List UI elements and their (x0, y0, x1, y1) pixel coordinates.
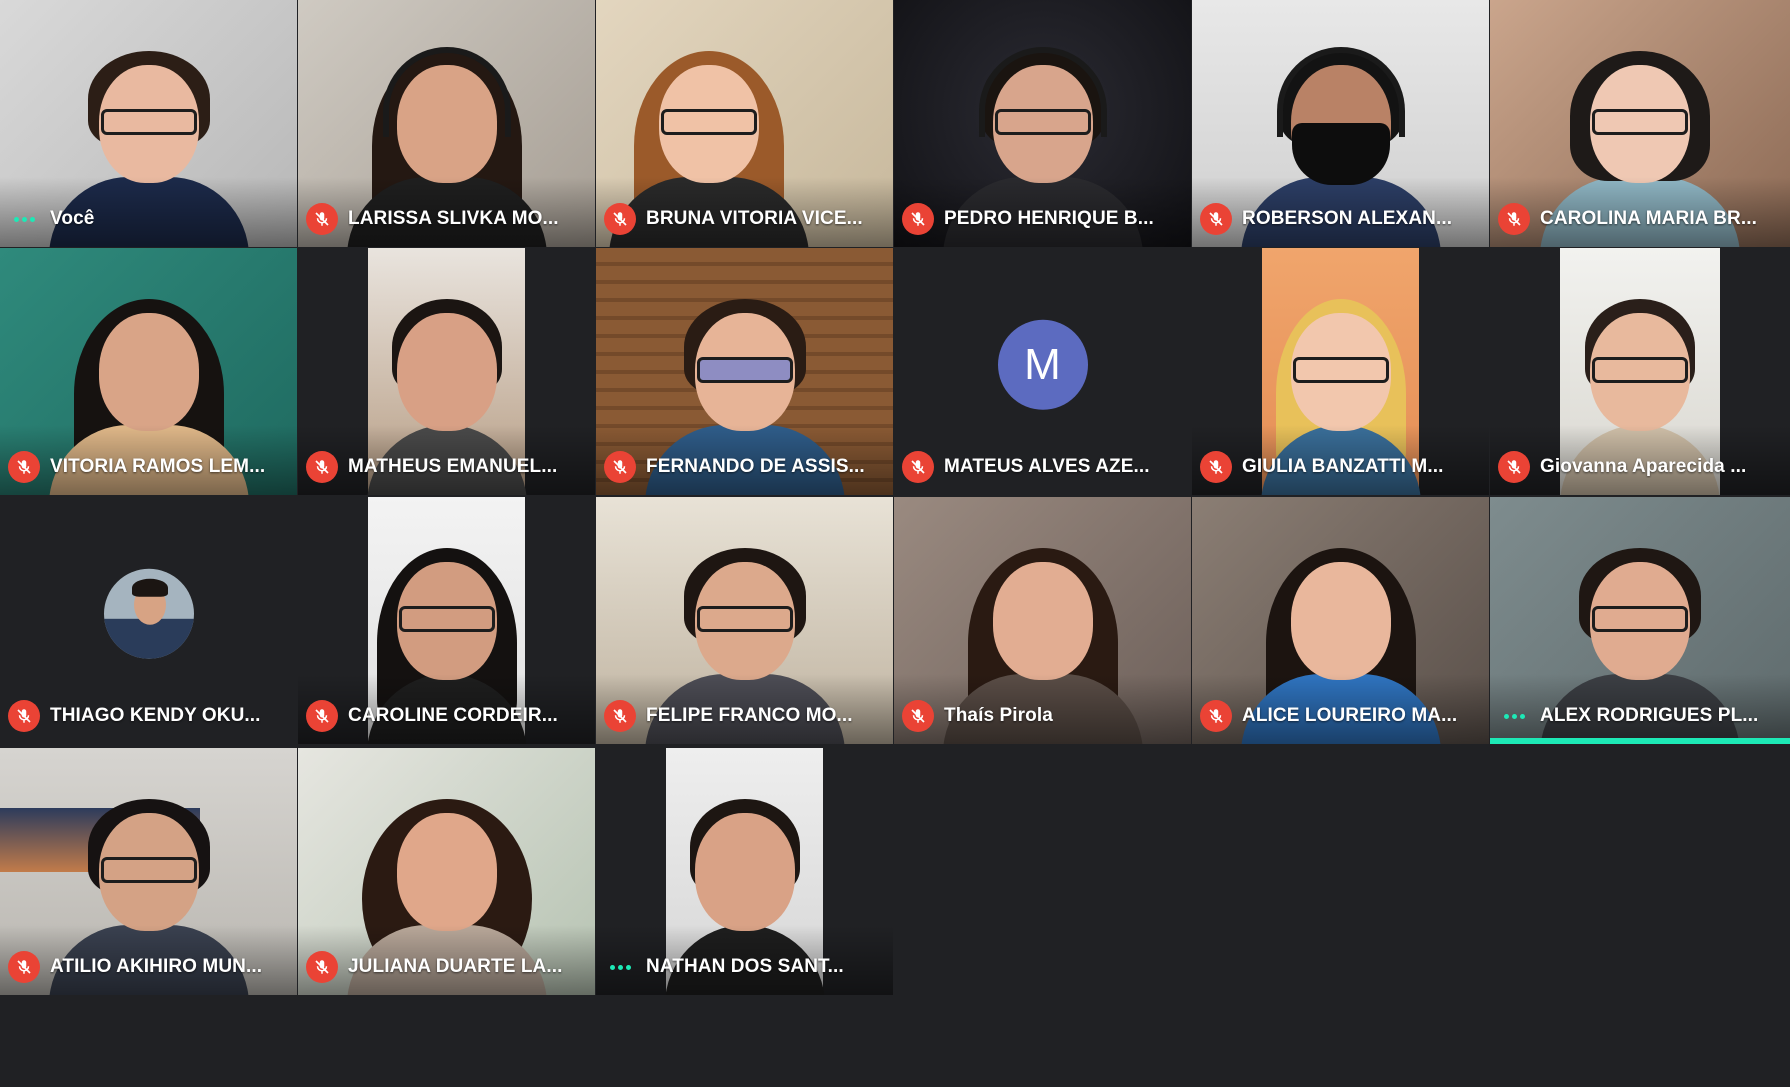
participant-name: NATHAN DOS SANT... (646, 956, 844, 977)
mic-off-icon (306, 203, 338, 235)
participant-name: GIULIA BANZATTI M... (1242, 456, 1444, 477)
participant-name: ATILIO AKIHIRO MUN... (50, 956, 263, 977)
participant-tile[interactable]: FERNANDO DE ASSIS... (596, 248, 893, 495)
mic-off-icon (902, 700, 934, 732)
participant-name: Thaís Pirola (944, 705, 1053, 726)
participant-tile[interactable]: Giovanna Aparecida ... (1490, 248, 1790, 495)
mic-off-icon (604, 451, 636, 483)
mic-off-icon (1200, 451, 1232, 483)
participant-name: FERNANDO DE ASSIS... (646, 456, 865, 477)
mic-off-icon (1200, 700, 1232, 732)
participant-name: Giovanna Aparecida ... (1540, 456, 1747, 477)
participant-name: ALEX RODRIGUES PL... (1540, 705, 1759, 726)
mic-off-icon (8, 700, 40, 732)
participant-tile[interactable]: NATHAN DOS SANT... (596, 748, 893, 995)
participant-name: LARISSA SLIVKA MO... (348, 208, 559, 229)
participant-tile[interactable]: VITORIA RAMOS LEM... (0, 248, 297, 495)
participant-name: PEDRO HENRIQUE B... (944, 208, 1154, 229)
participant-grid: Você LARISSA SLIVKA MO... BRUNA VITORIA … (0, 0, 1790, 1000)
participant-tile[interactable]: MATHEUS EMANUEL... (298, 248, 595, 495)
participant-tile[interactable]: PEDRO HENRIQUE B... (894, 0, 1191, 247)
participant-tile[interactable]: BRUNA VITORIA VICE... (596, 0, 893, 247)
audio-dots-icon (1498, 700, 1530, 732)
participant-tile[interactable]: M MATEUS ALVES AZE... (894, 248, 1191, 495)
participant-name: ALICE LOUREIRO MA... (1242, 705, 1458, 726)
participant-tile[interactable]: THIAGO KENDY OKU... (0, 497, 297, 744)
participant-name: JULIANA DUARTE LA... (348, 956, 563, 977)
mic-off-icon (1498, 451, 1530, 483)
mic-off-icon (902, 451, 934, 483)
participant-tile[interactable]: FELIPE FRANCO MO... (596, 497, 893, 744)
participant-tile[interactable]: Thaís Pirola (894, 497, 1191, 744)
active-speaker-indicator (1490, 738, 1790, 744)
participant-name: ROBERSON ALEXAN... (1242, 208, 1453, 229)
participant-tile[interactable]: CAROLINE CORDEIR... (298, 497, 595, 744)
participant-tile[interactable]: ROBERSON ALEXAN... (1192, 0, 1489, 247)
participant-name: CAROLINA MARIA BR... (1540, 208, 1757, 229)
participant-tile[interactable]: GIULIA BANZATTI M... (1192, 248, 1489, 495)
participant-name: BRUNA VITORIA VICE... (646, 208, 863, 229)
participant-tile[interactable]: LARISSA SLIVKA MO... (298, 0, 595, 247)
avatar (103, 568, 194, 659)
participant-name: CAROLINE CORDEIR... (348, 705, 558, 726)
participant-name: Você (50, 208, 95, 229)
participant-name: FELIPE FRANCO MO... (646, 705, 853, 726)
participant-tile[interactable]: ALICE LOUREIRO MA... (1192, 497, 1489, 744)
mic-off-icon (306, 451, 338, 483)
mic-off-icon (902, 203, 934, 235)
participant-name: VITORIA RAMOS LEM... (50, 456, 266, 477)
mic-off-icon (8, 451, 40, 483)
audio-dots-icon (8, 203, 40, 235)
participant-name: MATEUS ALVES AZE... (944, 456, 1150, 477)
mic-off-icon (1498, 203, 1530, 235)
mic-off-icon (306, 700, 338, 732)
mic-off-icon (8, 951, 40, 983)
participant-tile[interactable]: JULIANA DUARTE LA... (298, 748, 595, 995)
mic-off-icon (1200, 203, 1232, 235)
participant-name: MATHEUS EMANUEL... (348, 456, 558, 477)
mic-off-icon (306, 951, 338, 983)
audio-dots-icon (604, 951, 636, 983)
participant-tile[interactable]: Você (0, 0, 297, 247)
avatar: M (997, 319, 1088, 410)
mic-off-icon (604, 203, 636, 235)
mic-off-icon (604, 700, 636, 732)
participant-tile[interactable]: ATILIO AKIHIRO MUN... (0, 748, 297, 995)
participant-name: THIAGO KENDY OKU... (50, 705, 261, 726)
participant-tile[interactable]: ALEX RODRIGUES PL... (1490, 497, 1790, 744)
participant-tile[interactable]: CAROLINA MARIA BR... (1490, 0, 1790, 247)
